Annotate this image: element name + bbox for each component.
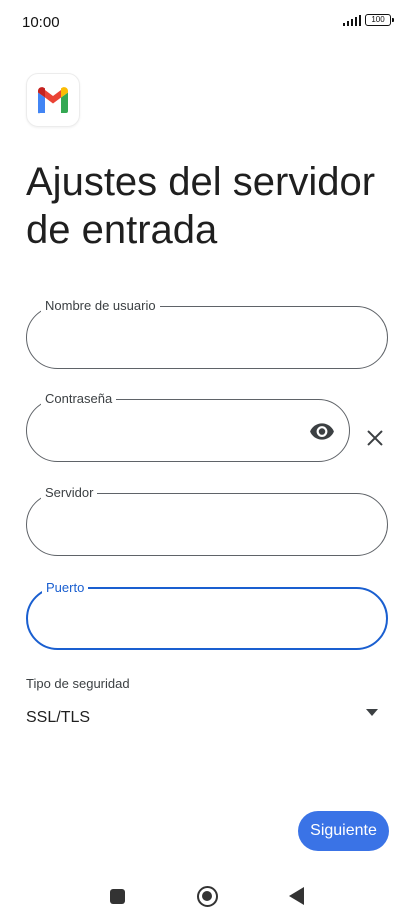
home-icon[interactable] — [197, 886, 218, 907]
security-type-value: SSL/TLS — [26, 709, 91, 726]
password-label: Contraseña — [41, 391, 117, 407]
page-title: Ajustes del servidor de entrada — [26, 160, 376, 252]
back-icon[interactable] — [289, 887, 304, 905]
next-button[interactable]: Siguiente — [298, 811, 389, 851]
username-label: Nombre de usuario — [41, 298, 160, 314]
recent-apps-icon[interactable] — [110, 889, 125, 904]
port-label: Puerto — [42, 580, 89, 596]
username-input[interactable] — [45, 325, 369, 353]
password-field[interactable]: Contraseña — [26, 391, 350, 462]
port-field[interactable]: Puerto — [26, 580, 388, 650]
battery-level: 100 — [371, 15, 385, 24]
security-type-select[interactable]: SSL/TLS — [26, 700, 388, 736]
status-icons: 100 — [342, 14, 394, 26]
security-type-label: Tipo de seguridad — [26, 676, 130, 691]
port-input[interactable] — [46, 607, 368, 635]
close-icon[interactable] — [364, 427, 386, 449]
eye-icon[interactable] — [309, 418, 335, 444]
status-bar: 10:00 100 — [0, 0, 415, 44]
dropdown-arrow-icon — [366, 709, 378, 716]
server-input[interactable] — [45, 512, 369, 540]
battery-icon: 100 — [365, 14, 394, 26]
signal-bars-icon — [342, 14, 361, 26]
server-field[interactable]: Servidor — [26, 485, 388, 556]
username-field[interactable]: Nombre de usuario — [26, 298, 388, 369]
server-label: Servidor — [41, 485, 98, 501]
password-input[interactable] — [45, 418, 299, 446]
gmail-logo-icon — [26, 73, 80, 127]
system-nav-bar — [0, 870, 415, 923]
status-time: 10:00 — [22, 14, 60, 31]
